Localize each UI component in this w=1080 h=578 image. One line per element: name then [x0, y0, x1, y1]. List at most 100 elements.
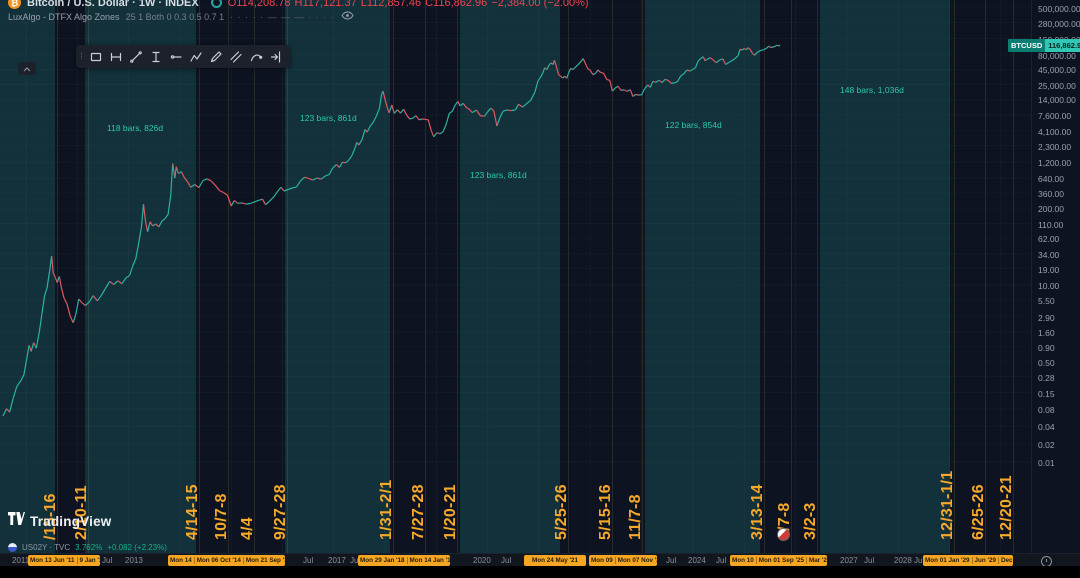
price-axis-label: 0.15 [1038, 388, 1055, 399]
event-date-label: 6/25-26 [970, 484, 987, 540]
price-axis-label: 0.01 [1038, 457, 1055, 468]
price-axis-label: 200.00 [1038, 204, 1064, 215]
close-value: C116,862.96 [425, 0, 488, 9]
event-date-label: 3/2-3 [802, 502, 819, 540]
price-axis-label: 45,000.00 [1038, 65, 1076, 76]
highlighted-date-range[interactable]: Mon 01 Jan '29Jun '29Dec '29 [923, 555, 1013, 566]
price-axis-label: 0.90 [1038, 342, 1055, 353]
bitcoin-icon: ₿ [8, 0, 21, 9]
last-price-symbol: BTCUSD [1008, 39, 1046, 52]
price-axis-label: 0.02 [1038, 440, 1055, 451]
drawing-toolbar: ⁞ [76, 45, 290, 68]
event-date-label: 12/20-21 [998, 475, 1015, 540]
highlighted-date-range[interactable]: Mon 29 Jan '18 Mon 14 Jan '19 [358, 555, 450, 566]
price-axis-label: 280,000.00 [1038, 18, 1080, 29]
date-range-label: Mon 09 [591, 557, 613, 564]
time-axis-label: 2028 [894, 556, 912, 565]
price-axis-label: 25,000.00 [1038, 80, 1076, 91]
visibility-icon[interactable] [341, 11, 354, 22]
time-axis-label: 2011 [12, 556, 30, 565]
event-date-label: 5/25-26 [553, 484, 570, 540]
event-date-label: 1/20-21 [442, 484, 459, 540]
date-range-label: Mon 13 Jun '11 [30, 557, 75, 564]
price-axis-label: 110.00 [1038, 219, 1064, 230]
date-range-label: Mon 14 Jan '19 [406, 557, 450, 564]
highlighted-date-range[interactable]: Mon 10Mon 01 Sep '25Mar '26 [730, 555, 827, 566]
bottom-symbol-value: 3.762% [75, 543, 103, 552]
tradingview-logo-icon [8, 511, 25, 531]
price-axis[interactable]: 500,000.00280,000.00150,000.0080,000.004… [1031, 0, 1080, 553]
time-axis[interactable]: 2011Mon 13 Jun '119 Jan '12Jul2013Mon 14… [0, 553, 1080, 567]
bar-count-label: 118 bars, 826d [107, 123, 164, 133]
price-axis-label: 7,600.00 [1038, 111, 1072, 122]
open-value: O114,208.78 [227, 0, 291, 9]
highlighted-date-range[interactable]: Mon 14Mon 06 Oct '14Mon 21 Sep '15 [168, 555, 285, 566]
drag-handle-icon[interactable]: ⁞ [78, 52, 85, 61]
change-value: −2,384.00 (−2.00%) [491, 0, 589, 9]
low-value: L112,857.46 [360, 0, 422, 9]
event-date-label: 11/7-8 [627, 494, 644, 540]
tradingview-logo[interactable]: TradingView [8, 511, 111, 531]
date-range-label: Mar '26 [805, 557, 827, 564]
date-range-label: Mon 10 [732, 557, 754, 564]
price-axis-label: 4,100.00 [1038, 126, 1072, 137]
ray-tool[interactable] [166, 47, 185, 66]
highlighted-date-range[interactable]: Mon 09Mon 07 Nov '22 [589, 555, 657, 566]
time-axis-label: Jul [102, 556, 113, 565]
horizontal-line-tool[interactable] [106, 47, 125, 66]
date-range-label: Mon 14 [170, 557, 192, 564]
bottom-symbol-name[interactable]: US02Y · TVC [22, 543, 70, 552]
event-date-label: 1/31-2/1 [378, 479, 395, 540]
indicator-row[interactable]: LuxAlgo - DTFX Algo Zones 25 1 Both 0 0.… [8, 11, 354, 22]
date-range-label: Jun '29 [971, 557, 998, 564]
price-axis-label: 1,200.00 [1038, 158, 1072, 169]
bar-count-label: 148 bars, 1,036d [840, 85, 904, 95]
price-axis-label: 80,000.00 [1038, 50, 1076, 61]
price-axis-label: 19.00 [1038, 264, 1060, 275]
chart-canvas[interactable]: 118 bars, 826d 123 bars, 861d 123 bars, 86… [0, 0, 1032, 553]
price-axis-label: 0.08 [1038, 404, 1055, 415]
highlighted-date-range[interactable]: Mon 13 Jun '119 Jan '12 [28, 555, 100, 566]
market-status-icon [210, 0, 222, 8]
pin-icon [777, 528, 790, 541]
price-chart[interactable] [0, 0, 1032, 553]
event-date-label: 12/31-1/1 [939, 470, 956, 540]
price-axis-label: 14,000.00 [1038, 95, 1076, 106]
symbol-title[interactable]: Bitcoin / U.S. Dollar · 1W · INDEX [27, 0, 199, 9]
price-axis-label: 5.50 [1038, 296, 1055, 307]
polyline-tool[interactable] [186, 47, 205, 66]
event-date-label: 9/27-28 [272, 484, 289, 540]
symbol-info-row[interactable]: ₿ Bitcoin / U.S. Dollar · 1W · INDEX O11… [8, 0, 593, 9]
parallel-channel-tool[interactable] [226, 47, 245, 66]
trend-line-tool[interactable] [126, 47, 145, 66]
indicator-name[interactable]: LuxAlgo - DTFX Algo Zones [8, 12, 120, 22]
tradingview-app: 118 bars, 826d 123 bars, 861d 123 bars, 86… [0, 0, 1080, 578]
rectangle-tool[interactable] [86, 47, 105, 66]
brush-tool[interactable] [206, 47, 225, 66]
highlighted-date-range[interactable]: Mon 24 May '21 [524, 555, 586, 566]
bar-count-label: 123 bars, 861d [470, 170, 527, 180]
chevron-up-icon [22, 61, 32, 76]
event-date-label: 10/7-8 [213, 493, 230, 540]
high-value: H117,121.37 [294, 0, 357, 9]
price-range-tool[interactable] [146, 47, 165, 66]
curve-tool[interactable] [246, 47, 265, 66]
time-axis-label: 2027 [840, 556, 858, 565]
event-date-label: 5/15-16 [597, 484, 614, 540]
collapse-indicators-button[interactable] [18, 62, 36, 75]
time-axis-label: 2017 [328, 556, 346, 565]
tradingview-logo-text: TradingView [30, 513, 112, 529]
price-axis-label: 640.00 [1038, 174, 1064, 185]
indicator-swatches: · · · · · ― ― ― · · · · [230, 11, 335, 22]
time-axis-label: 2020 [473, 556, 491, 565]
price-axis-label: 0.28 [1038, 372, 1055, 383]
date-range-label: Mon 01 Sep '25 [755, 557, 806, 564]
price-axis-label: 0.04 [1038, 422, 1055, 433]
long-position-tool[interactable] [266, 47, 285, 66]
event-date-label: 7/27-28 [410, 484, 427, 540]
bottom-symbol-row[interactable]: US02Y · TVC 3.762% +0.082 (+2.23%) [8, 543, 167, 552]
date-range-label: Dec '29 [998, 557, 1013, 564]
price-axis-label: 34.00 [1038, 249, 1060, 260]
price-axis-label: 1.60 [1038, 327, 1055, 338]
event-date-label: 4/14-15 [184, 484, 201, 540]
